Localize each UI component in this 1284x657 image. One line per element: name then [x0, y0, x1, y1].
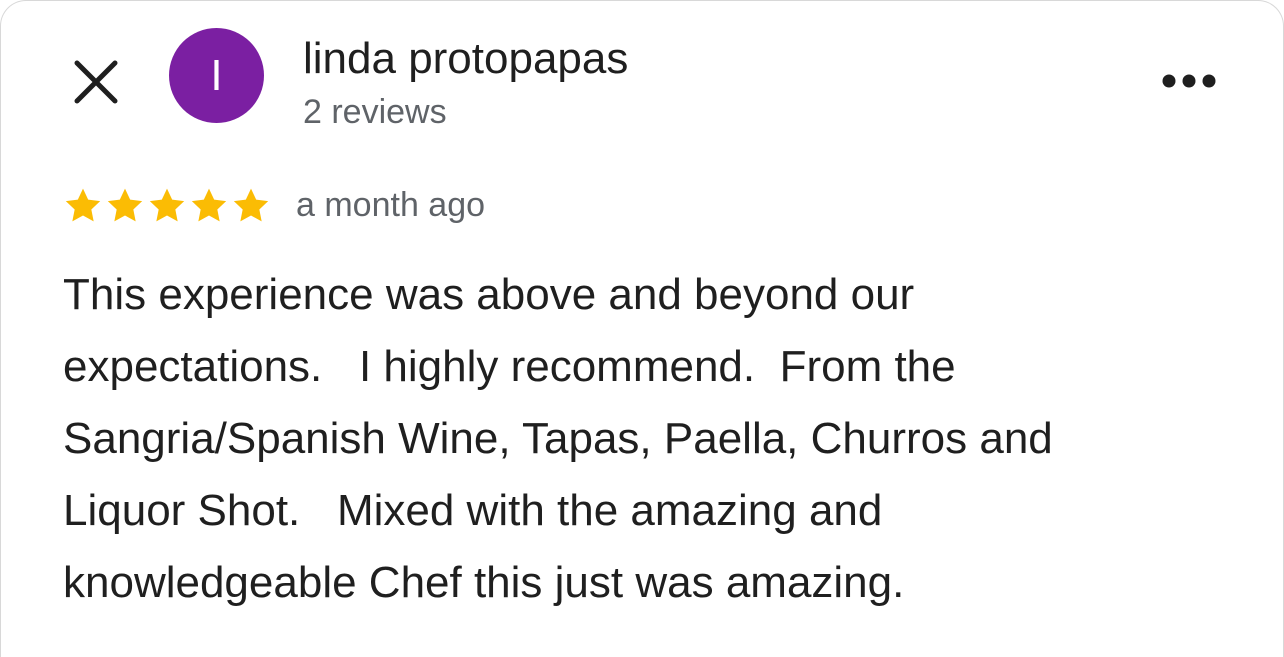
star-rating: [63, 184, 271, 228]
avatar-initial: I: [210, 50, 223, 100]
star-filled-icon: [191, 188, 227, 222]
review-count: 2 reviews: [303, 93, 447, 131]
avatar[interactable]: I: [169, 28, 264, 123]
stars: [63, 186, 271, 226]
star-filled-icon: [65, 188, 101, 222]
more-horizontal-icon: [1162, 74, 1216, 88]
review-timestamp: a month ago: [296, 186, 486, 224]
review-card: I linda protopapas 2 reviews a month ago…: [0, 0, 1284, 657]
star-filled-icon: [149, 188, 185, 222]
review-text: This experience was above and beyond our…: [63, 270, 1053, 607]
reviewer-name[interactable]: linda protopapas: [303, 31, 628, 87]
star-filled-icon: [107, 188, 143, 222]
star-filled-icon: [233, 188, 269, 222]
close-icon: [74, 60, 118, 104]
more-options-button[interactable]: [1159, 63, 1219, 99]
close-button[interactable]: [71, 57, 121, 107]
